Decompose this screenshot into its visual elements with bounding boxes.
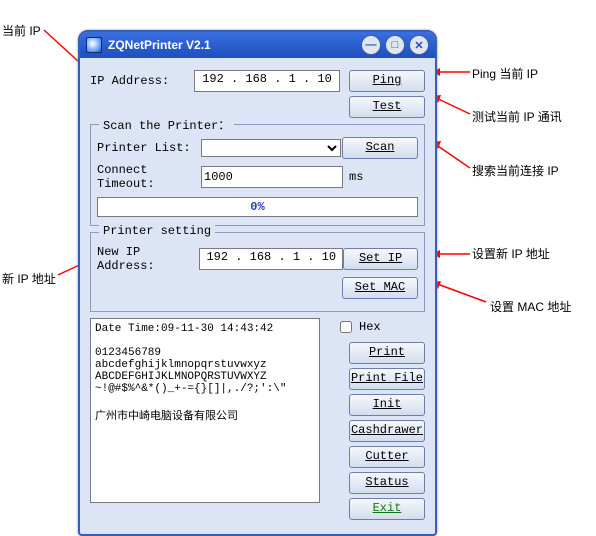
scan-button[interactable]: Scan [342,137,418,159]
timeout-unit: ms [349,170,363,184]
timeout-label: Connect Timeout: [97,163,201,191]
test-button[interactable]: Test [349,96,425,118]
status-button[interactable]: Status [349,472,425,494]
annotation-setip: 设置新 IP 地址 [472,245,550,262]
scan-legend: Scan the Printer： [99,116,234,133]
cashdrawer-button[interactable]: Cashdrawer [349,420,425,442]
maximize-button[interactable]: □ [385,35,405,55]
ip-input[interactable]: 192 . 168 . 1 . 10 [194,70,340,92]
print-file-button[interactable]: Print File [349,368,425,390]
init-button[interactable]: Init [349,394,425,416]
minimize-button[interactable]: — [361,35,381,55]
hex-checkbox[interactable] [340,321,352,333]
annotation-newip: 新 IP 地址 [2,270,56,287]
client-area: IP Address: 192 . 168 . 1 . 10 Ping Test… [80,58,435,534]
set-ip-button[interactable]: Set IP [343,248,418,270]
new-ip-input[interactable]: 192 . 168 . 1 . 10 [199,248,343,270]
close-button[interactable]: ✕ [409,35,429,55]
scan-progress: 0% [97,197,418,217]
timeout-input[interactable] [201,166,343,188]
setting-legend: Printer setting [99,224,215,238]
ip-row: IP Address: 192 . 168 . 1 . 10 Ping [90,70,425,92]
annotation-scan: 搜索当前连接 IP [472,162,559,179]
print-button[interactable]: Print [349,342,425,364]
scan-fieldset: Scan the Printer： Printer List: Scan Con… [90,124,425,226]
output-textarea[interactable]: Date Time:09-11-30 14:43:42 0123456789 a… [90,318,320,503]
right-button-column: Hex Print Print File Init Cashdrawer Cut… [330,318,425,520]
setting-fieldset: Printer setting New IP Address: 192 . 16… [90,232,425,312]
exit-button[interactable]: Exit [349,498,425,520]
annotation-current-ip: 当前 IP [2,22,41,39]
cutter-button[interactable]: Cutter [349,446,425,468]
ping-button[interactable]: Ping [349,70,425,92]
titlebar: ZQNetPrinter V2.1 — □ ✕ [80,32,435,58]
set-mac-button[interactable]: Set MAC [342,277,418,299]
arrow-setmac [428,278,490,306]
app-icon [86,37,102,53]
printer-list-label: Printer List: [97,141,201,155]
app-window: ZQNetPrinter V2.1 — □ ✕ IP Address: 192 … [78,30,437,536]
hex-label: Hex [359,320,381,334]
annotation-test: 测试当前 IP 通讯 [472,108,562,125]
annotation-setmac: 设置 MAC 地址 [490,298,571,315]
printer-list-combo[interactable] [201,139,341,157]
ip-label: IP Address: [90,74,194,88]
window-title: ZQNetPrinter V2.1 [108,38,211,52]
new-ip-label: New IP Address: [97,245,199,273]
annotation-ping: Ping 当前 IP [472,65,538,82]
test-row: Test [90,96,425,118]
